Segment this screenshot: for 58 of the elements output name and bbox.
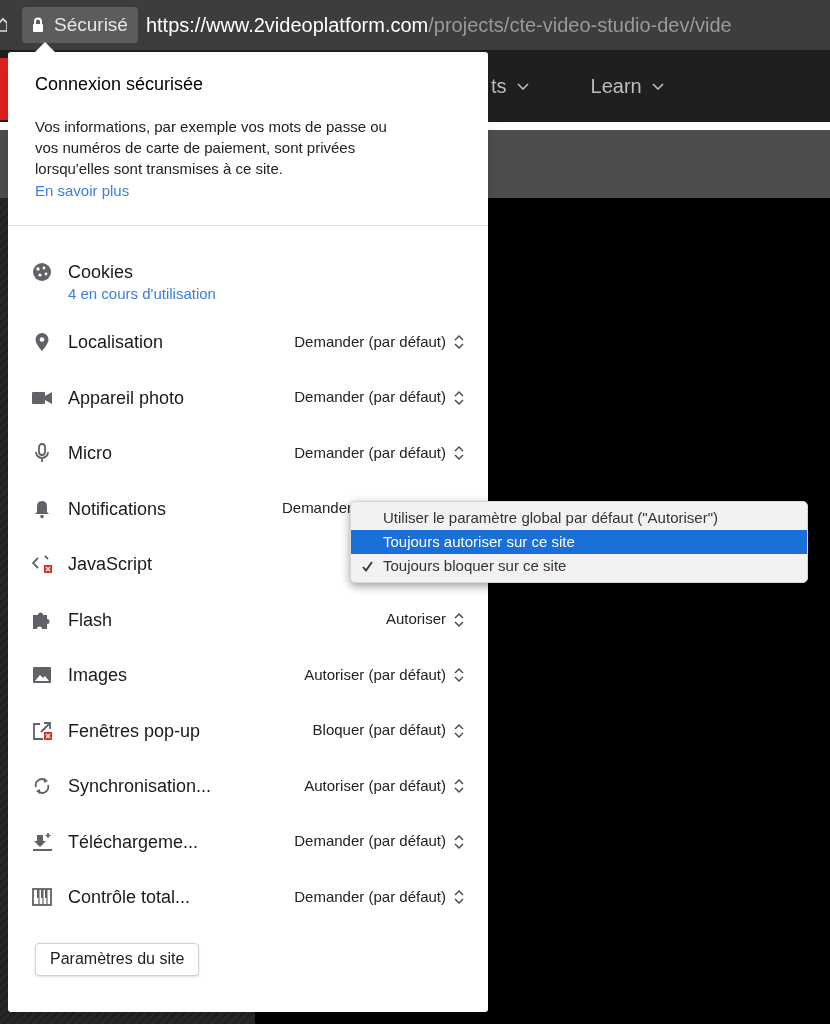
permission-select[interactable]: Autoriser xyxy=(385,607,464,632)
permission-select[interactable]: Demander (par défaut) xyxy=(294,885,464,909)
security-label: Sécurisé xyxy=(54,12,128,37)
chevron-down-icon xyxy=(516,82,529,90)
menu-item[interactable]: Toujours autoriser sur ce site xyxy=(351,530,807,554)
permission-select[interactable]: Autoriser (par défaut) xyxy=(304,663,464,687)
permission-select[interactable]: Bloquer (par défaut) xyxy=(312,718,464,743)
permission-select[interactable]: Demander xyxy=(281,496,352,521)
permission-label: Synchronisation... xyxy=(68,775,212,798)
address-field[interactable]: https://www.2videoplatform.com/projects/cte-video-studio-dev/vide xyxy=(145,10,732,40)
brand-block xyxy=(0,58,8,120)
up-down-chevron-icon xyxy=(454,722,464,739)
microphone-icon xyxy=(32,443,52,463)
permission-label: Flash xyxy=(68,608,112,632)
chevron-down-icon xyxy=(651,82,664,90)
up-down-chevron-icon xyxy=(454,611,464,628)
permission-label: Cookies xyxy=(68,261,135,284)
sync-icon xyxy=(32,776,52,796)
up-down-chevron-icon xyxy=(454,389,464,406)
permission-label: Téléchargeme... xyxy=(68,830,199,854)
up-down-chevron-icon xyxy=(454,778,464,794)
up-down-chevron-icon xyxy=(454,445,464,461)
learn-more-link[interactable]: En savoir plus xyxy=(35,182,130,199)
blocked-code-icon xyxy=(32,554,52,574)
permission-label: Localisation xyxy=(68,331,164,354)
popup-title: Connexion sécurisée xyxy=(35,73,205,96)
blocked-popup-icon xyxy=(32,720,52,741)
permission-select[interactable]: Demander (par défaut) xyxy=(294,829,464,854)
permission-label: Contrôle total... xyxy=(68,886,191,909)
site-settings-button[interactable]: Paramètres du site xyxy=(35,942,200,976)
up-down-chevron-icon xyxy=(454,667,464,683)
permission-select[interactable]: Demander (par défaut) xyxy=(294,330,464,354)
up-down-chevron-icon xyxy=(454,334,464,350)
security-chip[interactable]: Sécurisé xyxy=(22,7,138,43)
piano-keys-icon xyxy=(32,887,52,907)
permission-label: Micro xyxy=(68,442,112,465)
permission-label: Appareil photo xyxy=(68,386,185,410)
menu-item[interactable]: Utiliser le paramètre global par défaut ("Autoriser") xyxy=(351,506,807,530)
up-down-chevron-icon xyxy=(454,889,464,905)
menu-item[interactable]: Toujours bloquer sur ce site xyxy=(351,554,807,578)
permission-select[interactable]: Demander (par défaut) xyxy=(294,385,464,410)
permission-label: JavaScript xyxy=(68,553,153,576)
nav-link[interactable]: Learn xyxy=(590,71,664,101)
permission-label: Notifications xyxy=(68,497,167,521)
image-icon xyxy=(32,665,52,685)
permission-select[interactable]: Autoriser (par défaut) xyxy=(304,774,464,798)
usage-link[interactable]: 4 en cours d'utilisation xyxy=(68,284,216,304)
permission-label: Images xyxy=(68,664,128,687)
description-text: Vos informations, par exemple vos mots de passe ou vos numéros de carte de paiement, sont privées lorsqu'elles sont transmises à ce site. xyxy=(35,117,388,179)
home-icon[interactable] xyxy=(0,17,7,33)
download-icon xyxy=(32,831,52,852)
permission-select[interactable]: Demander (par défaut) xyxy=(294,441,464,465)
up-down-chevron-icon xyxy=(454,833,464,850)
lock-icon xyxy=(32,17,44,33)
checkmark-icon xyxy=(361,560,373,572)
cookie-icon xyxy=(32,262,52,282)
permission-label: Fenêtres pop-up xyxy=(68,719,201,743)
nav-link[interactable]: ts xyxy=(491,71,529,101)
